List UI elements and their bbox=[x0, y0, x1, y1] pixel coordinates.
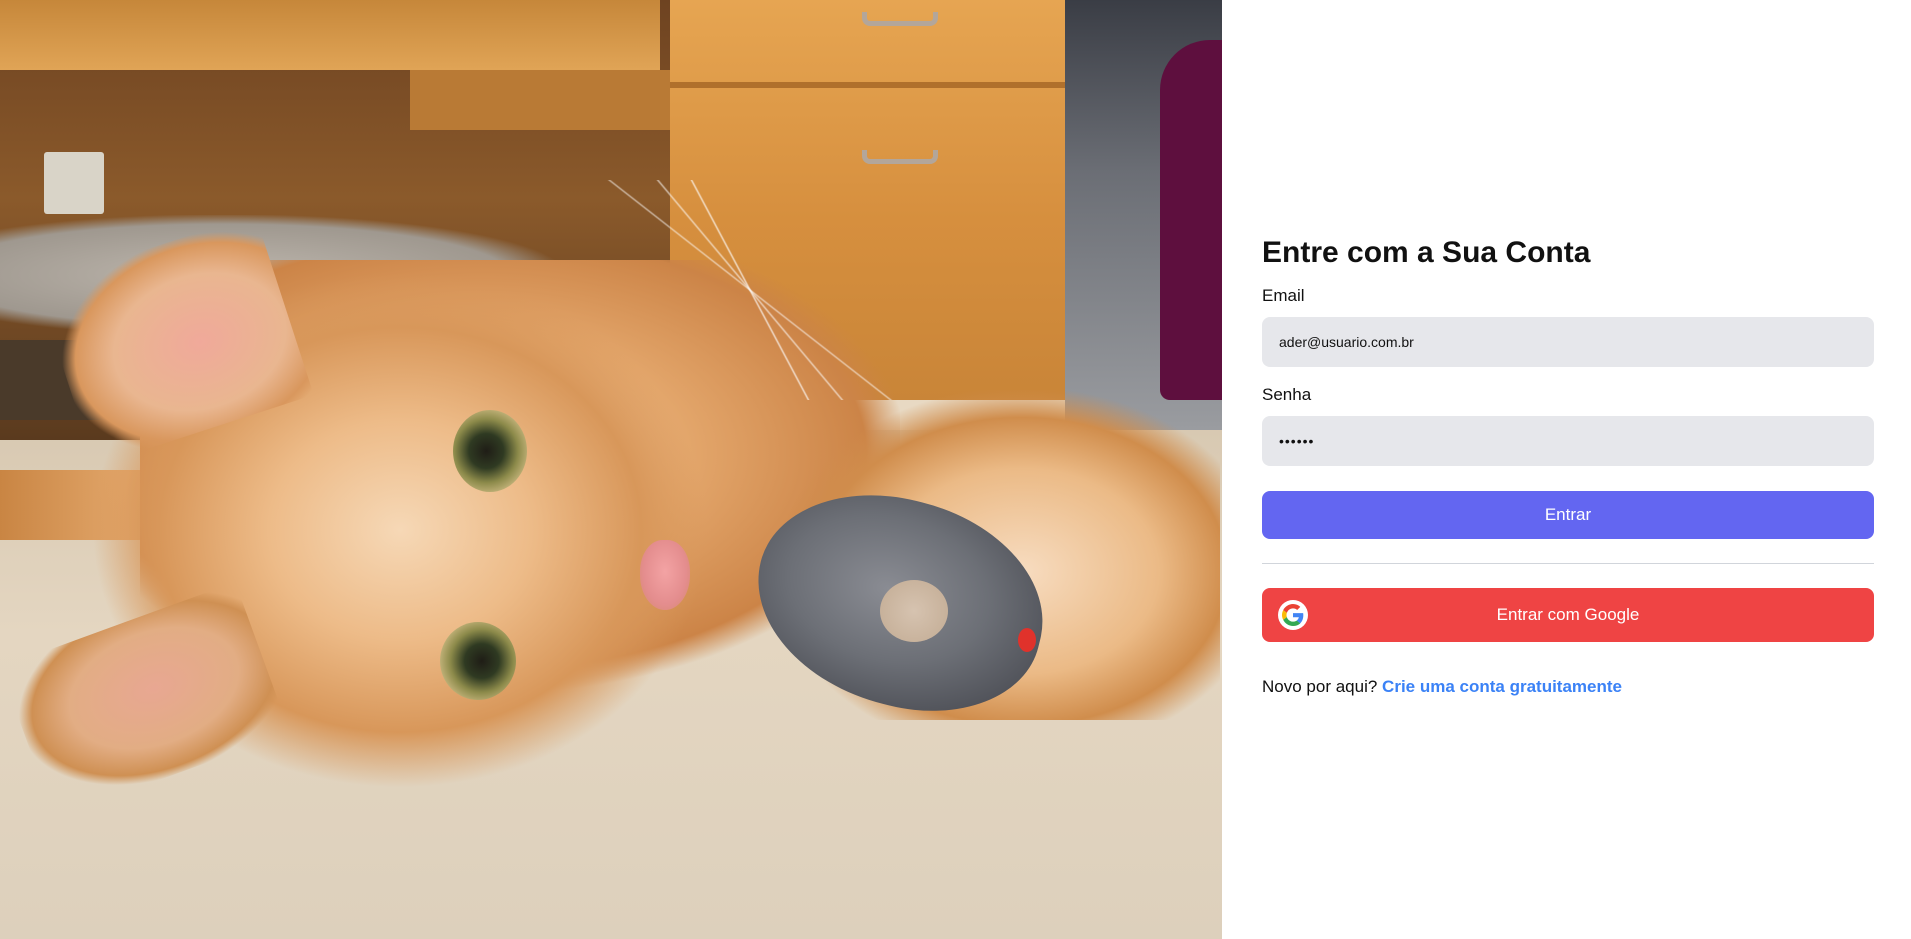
signup-prompt-text: Novo por aqui? bbox=[1262, 677, 1378, 696]
password-field[interactable] bbox=[1262, 416, 1874, 466]
email-field[interactable] bbox=[1262, 317, 1874, 367]
hero-cat-image bbox=[0, 0, 1222, 939]
signup-link[interactable]: Crie uma conta gratuitamente bbox=[1382, 677, 1622, 696]
google-login-button[interactable]: Entrar com Google bbox=[1262, 588, 1874, 642]
login-form: Entre com a Sua Conta Email Senha Entrar… bbox=[1262, 232, 1874, 698]
divider bbox=[1262, 563, 1874, 564]
login-page: Entre com a Sua Conta Email Senha Entrar… bbox=[0, 0, 1911, 939]
signup-prompt: Novo por aqui? Crie uma conta gratuitame… bbox=[1262, 676, 1874, 698]
google-g-icon bbox=[1278, 600, 1308, 630]
page-title: Entre com a Sua Conta bbox=[1262, 236, 1591, 269]
login-button[interactable]: Entrar bbox=[1262, 491, 1874, 539]
google-login-label: Entrar com Google bbox=[1496, 605, 1640, 624]
login-panel: Entre com a Sua Conta Email Senha Entrar… bbox=[1222, 0, 1911, 939]
email-label: Email bbox=[1262, 286, 1305, 305]
password-label: Senha bbox=[1262, 385, 1312, 404]
